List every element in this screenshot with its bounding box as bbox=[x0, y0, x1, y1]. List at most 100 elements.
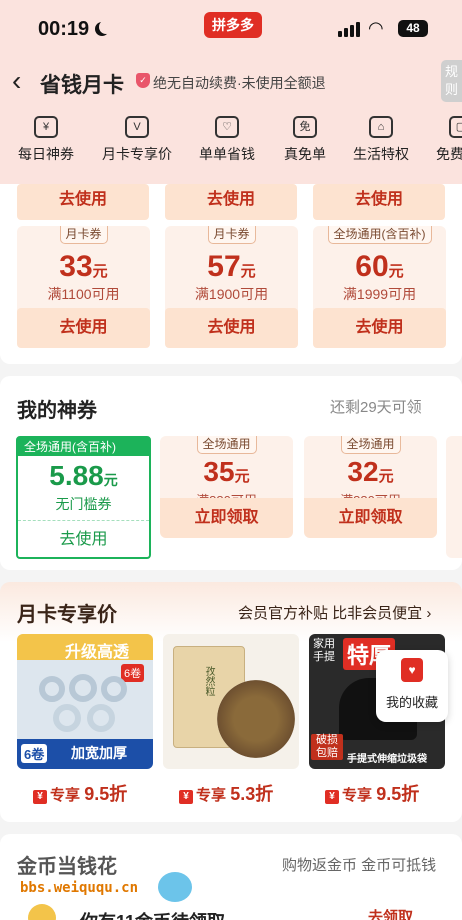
discount-tag: ¥ 专享 9.5折 bbox=[325, 780, 419, 806]
product-bottom-text: 加宽加厚 bbox=[71, 745, 127, 761]
product-side-text: 家用 手提 bbox=[313, 638, 335, 663]
product-count: 6卷 bbox=[21, 744, 48, 763]
discount-tag: ¥ 专享 5.3折 bbox=[179, 780, 273, 806]
coupon-tag: 全场通用(含百补) bbox=[327, 226, 432, 244]
page-title: 省钱月卡 bbox=[40, 74, 124, 97]
tab-label: 每日神券 bbox=[18, 146, 74, 162]
featured-coupon: 全场通用(含百补) 5.88元 无门槛券 去使用 bbox=[16, 436, 151, 559]
coupon-tag: 月卡券 bbox=[59, 226, 108, 244]
coupon-card: 月卡券 33元 满1100可用 去使用 bbox=[17, 226, 150, 348]
tab-label: 单单省钱 bbox=[199, 146, 255, 162]
coins-pending-text: 你有11金币待领取 bbox=[80, 908, 225, 920]
coins-section: 金币当钱花 购物返金币 金币可抵钱 你有11金币待领取 去领取 bbox=[0, 834, 462, 920]
coupon-tag: 月卡券 bbox=[207, 226, 256, 244]
use-button[interactable]: 去使用 bbox=[165, 184, 297, 220]
tab-daily-coupon[interactable]: ¥ 每日神券 bbox=[0, 108, 92, 184]
product-label: 孜然粒 bbox=[203, 666, 214, 696]
app-badge: 拼多多 bbox=[204, 12, 262, 38]
coins-hint: 购物返金币 金币可抵钱 bbox=[282, 857, 437, 874]
signal-icon bbox=[338, 22, 360, 37]
tab-every-order-save[interactable]: ♡ 单单省钱 bbox=[182, 108, 272, 184]
coupon-tag: 全场通用 bbox=[340, 436, 401, 454]
tape-roll bbox=[39, 676, 65, 702]
heart-icon: ♡ bbox=[215, 116, 239, 138]
back-icon[interactable]: ‹ bbox=[12, 66, 21, 96]
coupon-tag: 全场通用 bbox=[196, 436, 257, 454]
moon-icon bbox=[99, 20, 113, 34]
coupon-condition: 满1100可用 bbox=[47, 286, 120, 302]
subsidy-label: 会员官方补贴 比非会员便宜 bbox=[238, 605, 423, 622]
coupon-card: 全场通用 35元 满880可用 bbox=[160, 436, 293, 508]
favorites-button[interactable]: ♥ 我的收藏 bbox=[376, 650, 448, 722]
tape-roll bbox=[69, 674, 97, 702]
house-icon: ⌂ bbox=[369, 116, 393, 138]
coupon-card: 全场通用 32元 满880可用 bbox=[304, 436, 437, 508]
tape-roll bbox=[101, 676, 127, 702]
coupon-condition: 无门槛券 bbox=[55, 496, 112, 512]
free-icon: 免 bbox=[293, 116, 317, 138]
status-time: 00:19 bbox=[38, 18, 90, 40]
battery-icon: 48 bbox=[398, 20, 428, 37]
tab-free[interactable]: ▢ 免费 bbox=[424, 108, 462, 184]
discount-tag: ¥ 专享 9.5折 bbox=[33, 780, 127, 806]
gift-icon: ▢ bbox=[449, 116, 462, 138]
coupon-amount: 35元 bbox=[203, 456, 250, 487]
coupon-amount: 32元 bbox=[347, 456, 394, 487]
use-button[interactable]: 去使用 bbox=[17, 184, 149, 220]
shopping-bag-icon: ♥ bbox=[401, 658, 423, 682]
section-title: 我的神券 bbox=[17, 400, 97, 422]
coupon-amount: 60元 bbox=[355, 250, 404, 283]
yen-icon: ¥ bbox=[33, 790, 47, 804]
product-image-cumin[interactable]: 孜然粒 bbox=[163, 634, 299, 769]
coupon-card: 全场通用(含百补) 60元 满1999可用 去使用 bbox=[313, 226, 446, 348]
tape-roll bbox=[87, 704, 115, 732]
product-badge: 6卷 bbox=[121, 664, 145, 682]
watermark-mascot-icon bbox=[158, 872, 192, 902]
cumin-bowl bbox=[217, 680, 295, 758]
use-button[interactable]: 去使用 bbox=[313, 184, 445, 220]
next-coupon-peek bbox=[446, 436, 462, 558]
claim-button[interactable]: 立即领取 bbox=[160, 498, 293, 538]
monthly-coupon-section: 去使用 去使用 去使用 月卡券 33元 满1100可用 去使用 月卡券 57元 … bbox=[0, 184, 462, 364]
status-bar: 00:19 拼多多 ◠ 48 bbox=[0, 0, 462, 58]
tab-free-order[interactable]: 免 真免单 bbox=[272, 108, 338, 184]
yen-icon: ¥ bbox=[325, 790, 339, 804]
god-coupon-section: 我的神券 还剩29天可领 全场通用(含百补) 5.88元 无门槛券 去使用 全场… bbox=[0, 376, 462, 570]
product-image-tape[interactable]: 升级高透 6卷 6卷 加宽加厚 bbox=[17, 634, 153, 769]
wifi-icon: ◠ bbox=[368, 18, 384, 38]
product-top-text: 升级高透 bbox=[65, 644, 130, 661]
section-title: 金币当钱花 bbox=[17, 856, 117, 878]
tab-label: 月卡专享价 bbox=[102, 146, 172, 162]
tab-life-privilege[interactable]: ⌂ 生活特权 bbox=[338, 108, 424, 184]
yen-icon: ¥ bbox=[179, 790, 193, 804]
coin-icon bbox=[28, 904, 56, 920]
coupon-amount: 33元 bbox=[59, 250, 108, 283]
tab-label: 生活特权 bbox=[353, 146, 409, 162]
coupon-condition: 满1999可用 bbox=[342, 286, 417, 302]
subsidy-link[interactable]: 会员官方补贴 比非会员便宜 › bbox=[238, 602, 431, 623]
use-button[interactable]: 去使用 bbox=[313, 308, 446, 348]
tape-roll bbox=[53, 704, 81, 732]
claim-coins-button[interactable]: 去领取 bbox=[368, 906, 413, 920]
coupon-amount: 5.88元 bbox=[49, 460, 118, 491]
header-subtitle: 绝无自动续费·未使用全额退 bbox=[153, 75, 326, 91]
coupon-amount: 57元 bbox=[207, 250, 256, 283]
claim-button[interactable]: 立即领取 bbox=[304, 498, 437, 538]
coupon-tag: 全场通用(含百补) bbox=[18, 438, 149, 456]
shield-icon: ✓ bbox=[136, 73, 150, 88]
coupon-condition: 满1900可用 bbox=[194, 286, 269, 302]
product-corner-text: 破损 包赔 bbox=[311, 734, 343, 760]
use-button[interactable]: 去使用 bbox=[17, 308, 150, 348]
product-bottom-text: 手提式伸缩垃圾袋 bbox=[347, 754, 427, 765]
tab-bar: ¥ 每日神券 V 月卡专享价 ♡ 单单省钱 免 真免单 ⌂ 生活特权 ▢ 免费 bbox=[0, 108, 462, 184]
use-button[interactable]: 去使用 bbox=[165, 308, 298, 348]
tab-monthly-price[interactable]: V 月卡专享价 bbox=[92, 108, 182, 184]
tab-label: 真免单 bbox=[284, 146, 326, 162]
remaining-days: 还剩29天可领 bbox=[330, 399, 422, 416]
tab-label: 免费 bbox=[436, 146, 462, 162]
rules-label: 规则 bbox=[444, 64, 458, 97]
coupon-card: 月卡券 57元 满1900可用 去使用 bbox=[165, 226, 298, 348]
rules-button[interactable]: 规则 bbox=[441, 60, 462, 102]
ticket-icon: ¥ bbox=[34, 116, 58, 138]
use-button[interactable]: 去使用 bbox=[18, 520, 149, 557]
